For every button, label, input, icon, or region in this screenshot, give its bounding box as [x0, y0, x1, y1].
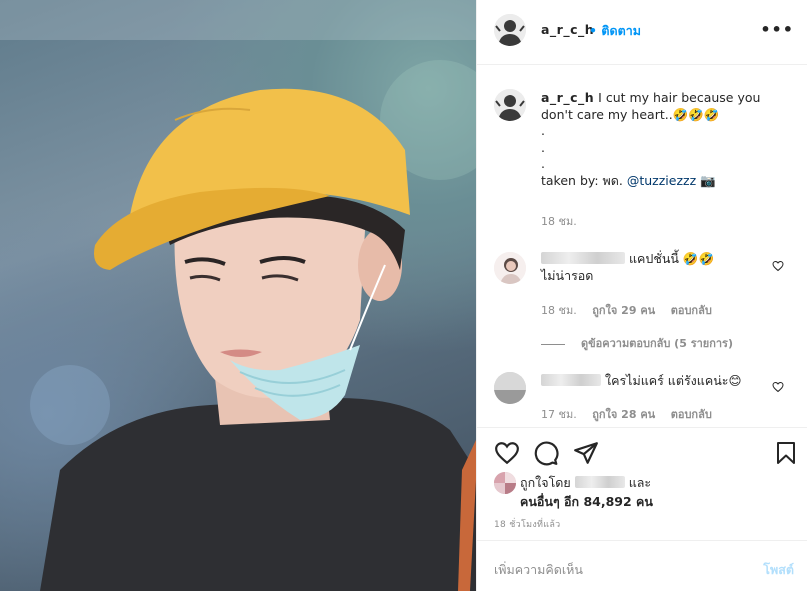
- post-side-panel: a_r_c_h • ติดตาม ••• a_r_c_h I cut my hai…: [476, 0, 807, 591]
- comment-text: ใครไม่แคร์ แต่รังแคน่ะ😊: [541, 372, 767, 389]
- caption-dot: .: [541, 139, 545, 155]
- comment-reply-button[interactable]: ตอบกลับ: [671, 304, 712, 317]
- follow-button[interactable]: • ติดตาม: [589, 21, 641, 41]
- comment-meta: 17 ชม. ถูกใจ 28 คน ตอบกลับ: [541, 405, 724, 423]
- blurred-username[interactable]: [541, 374, 601, 386]
- likes-text: ถูกใจโดย และ คนอื่นๆ อีก 84,892 คน: [520, 473, 653, 511]
- comment-like-count[interactable]: ถูกใจ 28 คน: [592, 408, 655, 421]
- pixelated-avatar-icon: [494, 472, 516, 494]
- caption-username[interactable]: a_r_c_h: [541, 90, 594, 105]
- caption-avatar[interactable]: [494, 89, 526, 121]
- comment-like-heart-icon[interactable]: [772, 260, 784, 272]
- more-dots-icon[interactable]: •••: [760, 20, 794, 39]
- avatar-photo-icon: [494, 252, 526, 284]
- liker-avatar[interactable]: [494, 472, 516, 494]
- comment-timestamp[interactable]: 18 ชม.: [541, 304, 577, 317]
- caption-mention-link[interactable]: @tuzziezzz: [627, 173, 696, 188]
- comment-like-heart-icon[interactable]: [772, 381, 784, 393]
- author-avatar[interactable]: [494, 14, 526, 46]
- comment-like-count[interactable]: ถูกใจ 29 คน: [592, 304, 655, 317]
- comment-meta: 18 ชม. ถูกใจ 29 คน ตอบกลับ: [541, 301, 724, 319]
- avatar-photo-icon: [494, 372, 526, 404]
- commenter-avatar[interactable]: [494, 372, 526, 404]
- caption-emoji: 🤣🤣🤣: [672, 106, 720, 122]
- comment-text: แคปชั่นนี้ 🤣🤣 ไม่น่ารอด: [541, 250, 767, 284]
- like-heart-icon[interactable]: [494, 440, 520, 466]
- and-label: และ: [628, 475, 652, 490]
- comment-input[interactable]: เพิ่มความคิดเห็น: [494, 560, 583, 580]
- post-caption: a_r_c_h I cut my hair because you don't c…: [541, 90, 791, 189]
- view-replies-button[interactable]: ดูข้อความตอบกลับ (5 รายการ): [541, 334, 733, 352]
- avatar-silhouette-icon: [494, 14, 526, 46]
- commenter-avatar[interactable]: [494, 252, 526, 284]
- replies-divider: [541, 343, 565, 345]
- view-replies-label: ดูข้อความตอบกลับ (5 รายการ): [581, 337, 733, 350]
- caption-dot: .: [541, 156, 545, 171]
- camera-icon: 📷: [700, 172, 716, 188]
- comment-body: แคปชั่นนี้ 🤣🤣: [628, 251, 715, 266]
- avatar-silhouette-icon: [494, 89, 526, 121]
- share-direct-icon[interactable]: [573, 440, 599, 466]
- blurred-liker-name[interactable]: [574, 476, 625, 488]
- post-timestamp[interactable]: 18 ชั่วโมงที่แล้ว: [494, 517, 561, 531]
- add-comment-bar: เพิ่มความคิดเห็น โพสต์: [477, 540, 807, 592]
- comment-body-line2: ไม่น่ารอด: [541, 268, 594, 283]
- post-comment-button[interactable]: โพสต์: [763, 560, 794, 580]
- author-username[interactable]: a_r_c_h: [541, 22, 594, 37]
- save-bookmark-icon[interactable]: [774, 440, 798, 466]
- comments-section[interactable]: a_r_c_h I cut my hair because you don't c…: [477, 65, 807, 427]
- post-photo[interactable]: [0, 0, 476, 591]
- instagram-post-view: a_r_c_h • ติดตาม ••• a_r_c_h I cut my hai…: [0, 0, 807, 591]
- comment-bubble-icon[interactable]: [533, 440, 559, 466]
- blurred-username[interactable]: [541, 252, 625, 264]
- likes-count-link[interactable]: คนอื่นๆ อีก 84,892 คน: [520, 494, 653, 509]
- comment-reply-button[interactable]: ตอบกลับ: [671, 408, 712, 421]
- comment-timestamp[interactable]: 17 ชม.: [541, 408, 577, 421]
- liked-by-label: ถูกใจโดย: [520, 475, 571, 490]
- comment-body: ใครไม่แคร์ แต่รังแคน่ะ😊: [604, 373, 742, 388]
- likes-summary: ถูกใจโดย และ คนอื่นๆ อีก 84,892 คน: [477, 470, 807, 512]
- photo-illustration: [0, 0, 476, 591]
- post-header: a_r_c_h • ติดตาม •••: [477, 0, 807, 65]
- caption-dot: .: [541, 123, 545, 138]
- caption-credit: taken by: พด.: [541, 172, 627, 188]
- caption-timestamp[interactable]: 18 ชม.: [541, 212, 577, 230]
